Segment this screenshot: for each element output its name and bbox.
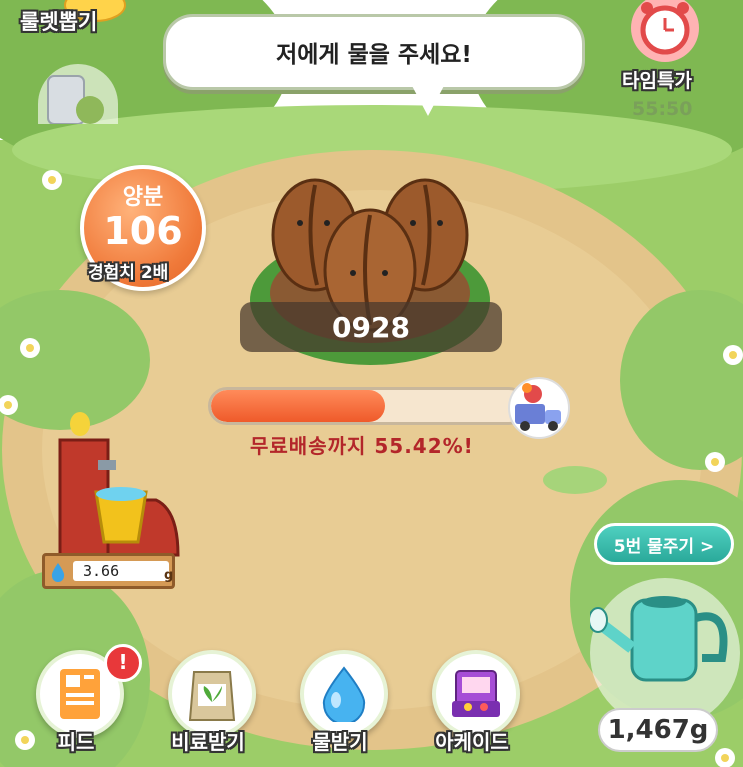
game-scene: 룰렛뽑기 저에게 물을 주세요! 타임특가 55:50 양분 106 경험치 2… — [0, 0, 743, 767]
get-water-button-circle[interactable] — [300, 650, 388, 738]
roulette-label[interactable]: 룰렛뽑기 — [20, 6, 97, 36]
phone-icon — [47, 75, 104, 125]
watering-can-button[interactable] — [588, 578, 740, 728]
water-five-times-button[interactable]: 5번 물주기 > — [594, 523, 734, 565]
feed-label[interactable]: 피드 — [21, 726, 131, 755]
exp-double-label: 경험치 2배 — [88, 263, 169, 283]
feed-icon — [60, 669, 100, 719]
feed-alert-badge: ! — [104, 644, 142, 682]
arcade-icon — [452, 670, 500, 717]
water-amount: 1,467g — [598, 708, 718, 752]
side-menu-button[interactable] — [38, 64, 118, 125]
nutrient-label: 양분 — [122, 185, 164, 210]
progress-fill — [211, 390, 386, 422]
time-deal-timer: 55:50 — [632, 98, 693, 120]
time-deal-label[interactable]: 타임특가 — [622, 66, 692, 93]
arcade-button[interactable] — [432, 650, 520, 738]
water-counter-board: 3.66 g — [42, 553, 175, 589]
speech-bubble-tail — [410, 82, 446, 116]
free-shipping-progress-bar — [208, 387, 528, 425]
speech-bubble: 저에게 물을 주세요! — [163, 14, 585, 90]
get-water-label[interactable]: 물받기 — [285, 726, 395, 755]
alarm-clock-icon — [631, 0, 699, 62]
watering-can-icon — [588, 596, 728, 682]
water-tap-station[interactable] — [38, 410, 183, 560]
water-five-times-label: 5번 물주기 > — [613, 536, 715, 557]
get-water-button[interactable] — [300, 650, 388, 738]
water-drop-small-icon — [51, 563, 65, 582]
water-drop-icon — [322, 666, 366, 722]
time-deal-button[interactable] — [620, 0, 710, 66]
fertilizer-button[interactable] — [168, 650, 256, 738]
arcade-label[interactable]: 아케이드 — [417, 726, 527, 755]
delivery-truck-icon — [508, 377, 570, 439]
fertilizer-label[interactable]: 비료받기 — [153, 726, 263, 755]
water-value: 3.66 — [73, 561, 169, 581]
nutrient-value: 106 — [103, 209, 183, 253]
arcade-button-circle[interactable] — [432, 650, 520, 738]
speech-bubble-text: 저에게 물을 주세요! — [276, 42, 472, 68]
fertilizer-button-circle[interactable] — [168, 650, 256, 738]
water-unit: g — [164, 568, 174, 583]
fertilizer-bag-icon — [188, 671, 236, 721]
plant-counter: 0928 — [240, 302, 502, 352]
progress-text: 무료배송까지 55.42%! — [250, 434, 474, 458]
